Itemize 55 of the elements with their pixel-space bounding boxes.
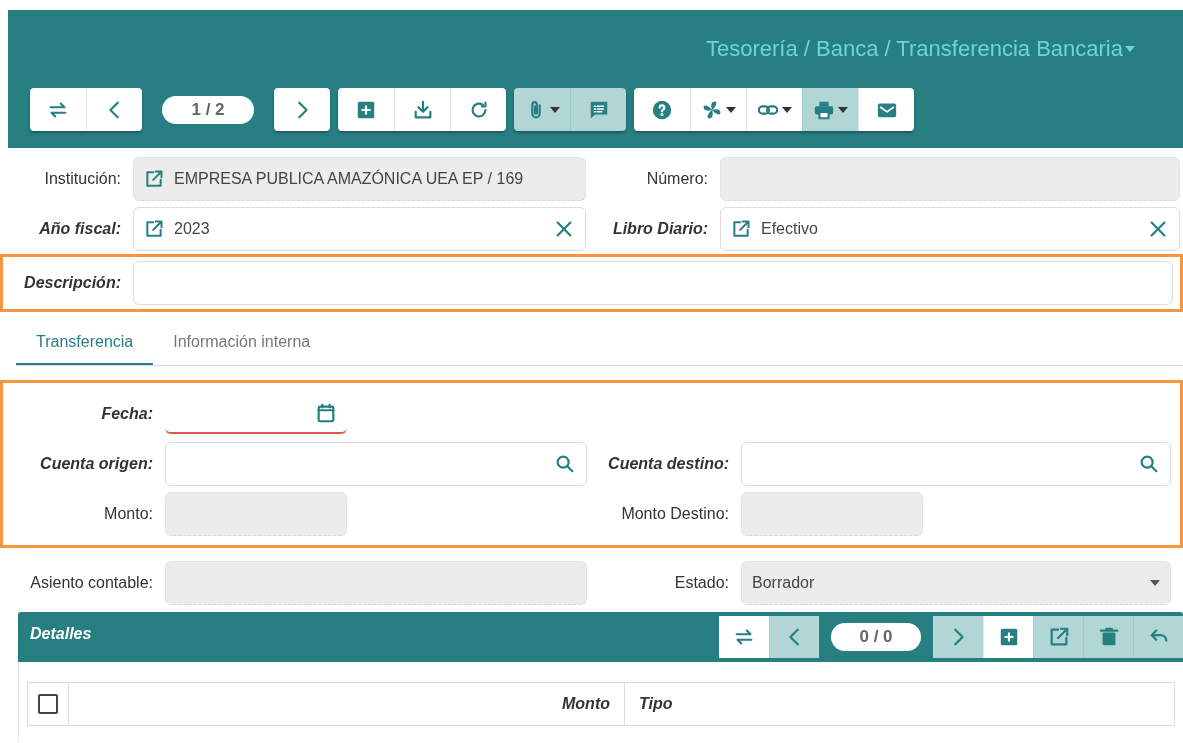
trash-icon (1097, 626, 1120, 648)
external-link-icon (731, 219, 751, 239)
field-label: Número: (645, 169, 709, 189)
swap-icon (733, 626, 755, 648)
lookup-field: EMPRESA PUBLICA AMAZÓNICA UEA EP / 169 (133, 157, 586, 201)
tab[interactable]: Información interna (153, 320, 331, 365)
clear-icon[interactable] (553, 218, 575, 240)
column-header[interactable]: Tipo (624, 683, 1174, 725)
caret-icon (1150, 580, 1160, 586)
toolbar-button[interactable] (274, 88, 330, 131)
caret-icon (782, 106, 792, 113)
toolbar-button[interactable] (746, 88, 802, 131)
caret-icon (1125, 45, 1135, 52)
toolbar-button[interactable] (450, 88, 506, 131)
field-label: Estado: (673, 573, 730, 593)
input-field[interactable] (133, 261, 1173, 305)
field-label: Año fiscal: (38, 219, 122, 239)
field-label: Fecha: (100, 404, 154, 424)
toolbar-button[interactable] (719, 616, 769, 658)
checkbox[interactable] (38, 694, 58, 714)
caret-icon (838, 106, 848, 113)
toolbar-button[interactable] (983, 616, 1033, 658)
external-link-icon (144, 169, 164, 189)
pager-field[interactable]: 1 / 2 (162, 95, 254, 124)
search-field[interactable] (741, 442, 1171, 486)
calendar-icon[interactable] (315, 402, 337, 424)
search-icon[interactable] (1138, 453, 1160, 475)
field-label: Monto: (103, 504, 154, 524)
tab[interactable]: Transferencia (16, 320, 154, 365)
column-header[interactable]: Monto (68, 683, 624, 725)
field-label: Asiento contable: (29, 573, 154, 593)
caret-icon (549, 106, 560, 113)
field-label: Cuenta destino: (607, 454, 730, 474)
caret-icon (726, 106, 736, 113)
field-label: Cuenta origen: (39, 454, 154, 474)
toolbar-button[interactable] (690, 88, 746, 131)
field-label: Monto Destino: (620, 504, 730, 524)
external-link-icon (144, 219, 164, 239)
field-label: Descripción: (23, 273, 122, 293)
toolbar-button[interactable] (30, 88, 86, 131)
clear-icon[interactable] (1147, 218, 1169, 240)
search-field[interactable] (165, 442, 587, 486)
lookup-field[interactable]: 2023 (133, 207, 586, 251)
pager-field[interactable]: 0 / 0 (831, 623, 921, 651)
field-label: Libro Diario: (611, 219, 709, 239)
toolbar-button[interactable] (858, 88, 914, 131)
help-icon (651, 98, 673, 121)
toolbar-button[interactable] (338, 88, 394, 131)
lookup-field[interactable]: Efectivo (720, 207, 1180, 251)
toolbar-button[interactable] (394, 88, 450, 131)
field-label: Institución: (43, 169, 122, 189)
search-icon[interactable] (554, 453, 576, 475)
panel-title: Detalles (29, 624, 93, 644)
toolbar-button[interactable] (634, 88, 690, 131)
select-field: Borrador (741, 561, 1171, 605)
